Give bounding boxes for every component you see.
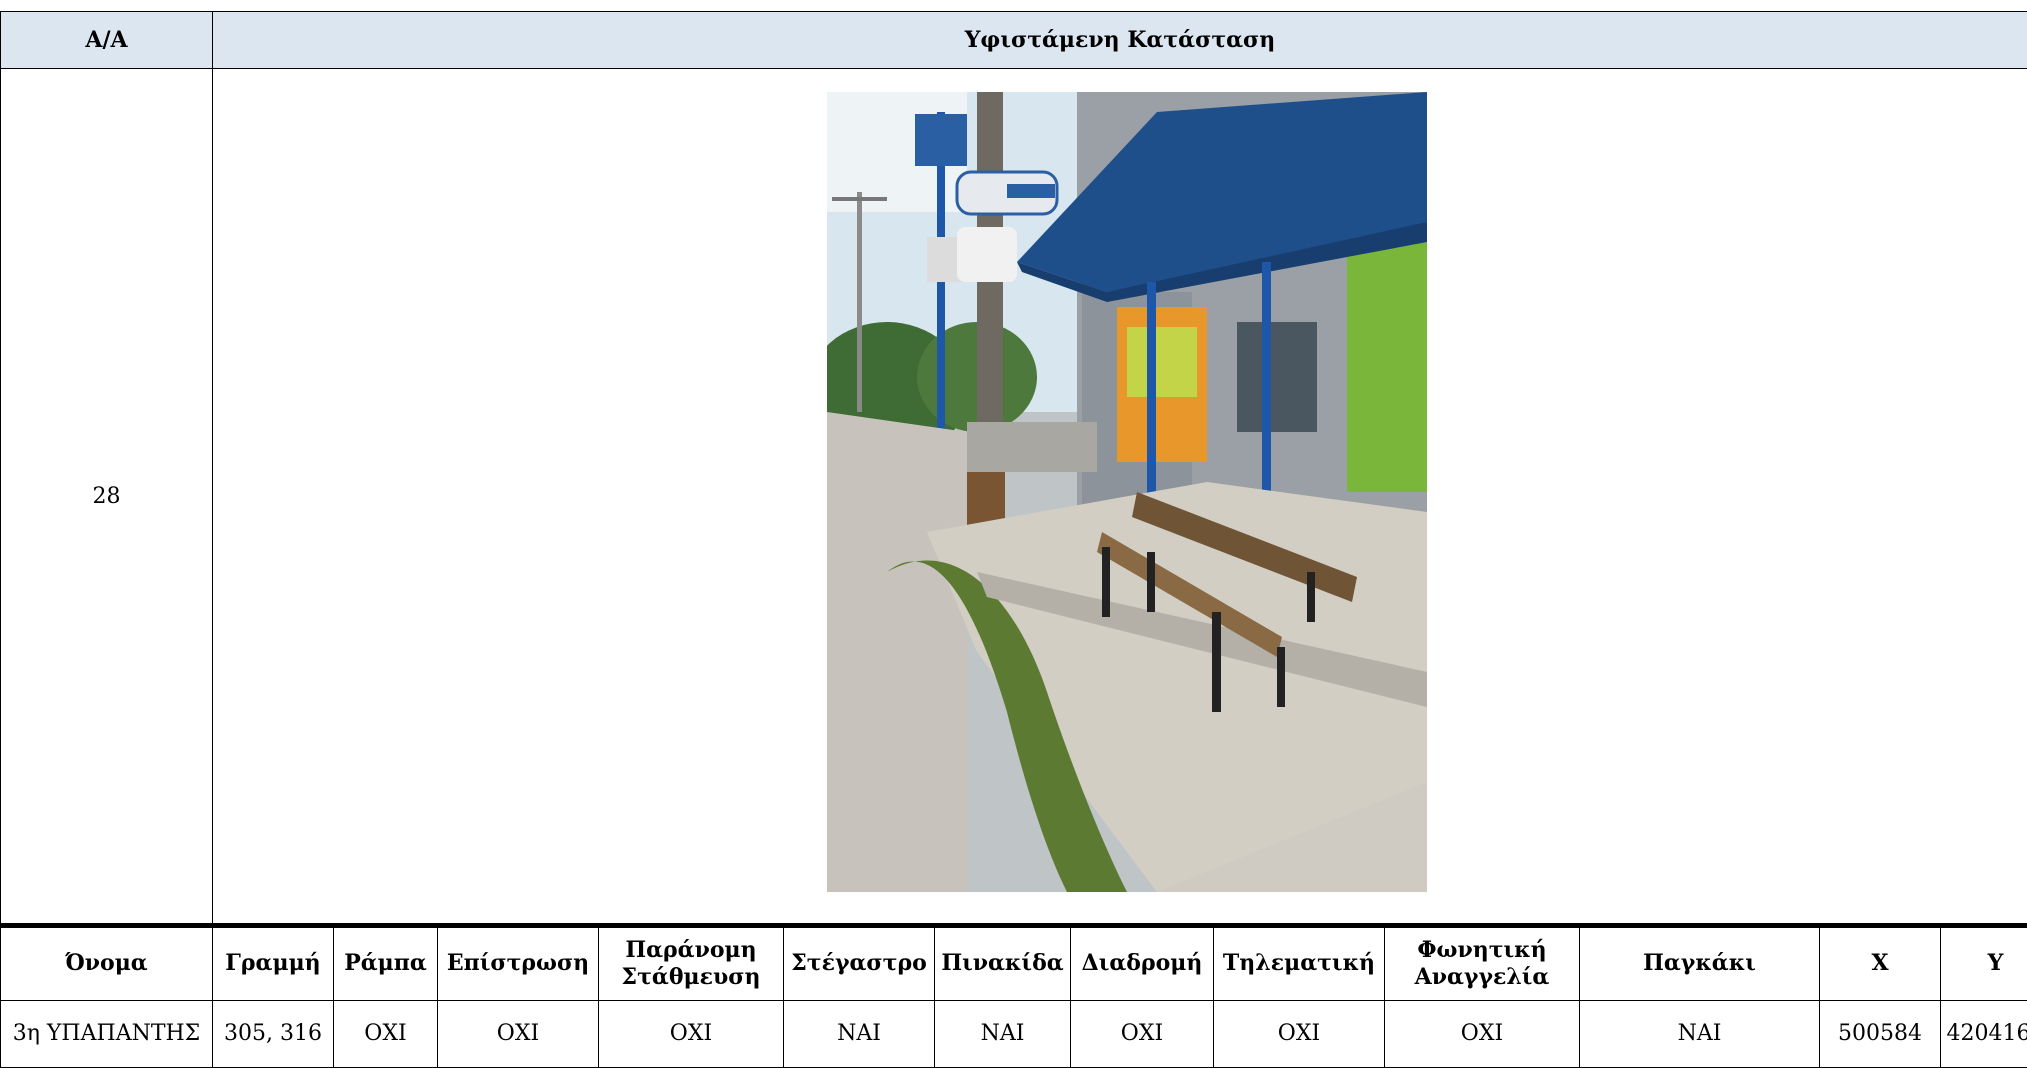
column-header-sign: Πινακίδα bbox=[935, 928, 1071, 1001]
cell-shelter: ΝΑΙ bbox=[784, 1001, 935, 1068]
status-header: Υφιστάμενη Κατάσταση bbox=[213, 12, 2027, 69]
column-header-shelter: Στέγαστρο bbox=[784, 928, 935, 1001]
cell-y: 4204162 bbox=[1941, 1001, 2027, 1068]
cell-bench: ΝΑΙ bbox=[1580, 1001, 1820, 1068]
column-header-line: Γραμμή bbox=[213, 928, 334, 1001]
status-header-row: Α/Α Υφιστάμενη Κατάσταση bbox=[1, 12, 2027, 69]
cell-line: 305, 316 bbox=[213, 1001, 334, 1068]
cell-telematics: ΟΧΙ bbox=[1214, 1001, 1385, 1068]
cell-name: 3η ΥΠΑΠΑΝΤΗΣ bbox=[1, 1001, 213, 1068]
cell-sign: ΝΑΙ bbox=[935, 1001, 1071, 1068]
cell-illegal-parking: ΟΧΙ bbox=[599, 1001, 784, 1068]
column-header-x: X bbox=[1820, 928, 1941, 1001]
entry-number: 28 bbox=[1, 69, 213, 924]
cell-ramp: ΟΧΙ bbox=[334, 1001, 438, 1068]
aa-header: Α/Α bbox=[1, 12, 213, 69]
table-row: 3η ΥΠΑΠΑΝΤΗΣ 305, 316 ΟΧΙ ΟΧΙ ΟΧΙ ΝΑΙ ΝΑ… bbox=[1, 1001, 2027, 1068]
column-header-route: Διαδρομή bbox=[1071, 928, 1214, 1001]
column-header-y: Y bbox=[1941, 928, 2027, 1001]
column-header-voice-announcement: Φωνητική Αναγγελία bbox=[1385, 928, 1580, 1001]
column-header-name: Όνομα bbox=[1, 928, 213, 1001]
status-body-row: 28 bbox=[1, 69, 2027, 924]
column-header-ramp: Ράμπα bbox=[334, 928, 438, 1001]
cell-voice-announcement: ΟΧΙ bbox=[1385, 1001, 1580, 1068]
column-header-bench: Παγκάκι bbox=[1580, 928, 1820, 1001]
cell-surface: ΟΧΙ bbox=[438, 1001, 599, 1068]
cell-route: ΟΧΙ bbox=[1071, 1001, 1214, 1068]
photo-cell bbox=[213, 69, 2027, 924]
stop-details-table: Όνομα Γραμμή Ράμπα Επίστρωση Παράνομη Στ… bbox=[0, 928, 2027, 1068]
column-header-telematics: Τηλεματική bbox=[1214, 928, 1385, 1001]
column-header-illegal-parking: Παράνομη Στάθμευση bbox=[599, 928, 784, 1001]
document-sheet: Α/Α Υφιστάμενη Κατάσταση 28 bbox=[0, 11, 2027, 1068]
column-header-surface: Επίστρωση bbox=[438, 928, 599, 1001]
status-table: Α/Α Υφιστάμενη Κατάσταση 28 bbox=[0, 11, 2027, 923]
details-header-row: Όνομα Γραμμή Ράμπα Επίστρωση Παράνομη Στ… bbox=[1, 928, 2027, 1001]
bus-stop-photo bbox=[827, 92, 1427, 892]
cell-x: 500584 bbox=[1820, 1001, 1941, 1068]
